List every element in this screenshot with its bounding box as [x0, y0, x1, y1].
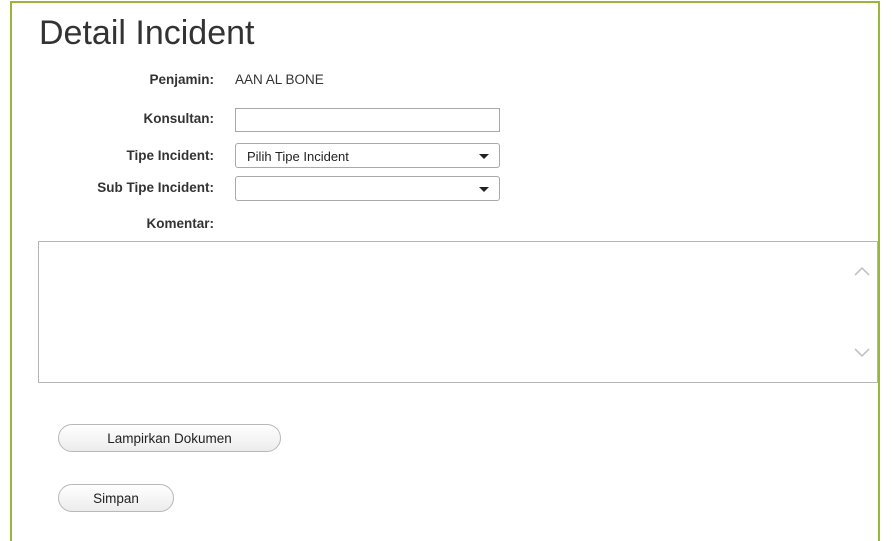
attach-document-button[interactable]: Lampirkan Dokumen: [58, 424, 281, 452]
chevron-down-icon[interactable]: [853, 346, 871, 360]
konsultan-input[interactable]: [235, 108, 500, 132]
sub-tipe-incident-select[interactable]: [235, 176, 500, 201]
chevron-down-icon: [479, 154, 489, 159]
tipe-incident-select[interactable]: Pilih Tipe Incident: [235, 143, 500, 168]
page-title: Detail Incident: [39, 14, 255, 52]
save-button[interactable]: Simpan: [58, 484, 174, 512]
chevron-up-icon[interactable]: [853, 264, 871, 278]
penjamin-value: AAN AL BONE: [235, 72, 324, 87]
penjamin-label: Penjamin:: [149, 72, 214, 87]
chevron-down-icon: [479, 187, 489, 192]
komentar-textarea[interactable]: [39, 242, 849, 382]
komentar-textarea-container: [38, 241, 878, 383]
tipe-incident-selected: Pilih Tipe Incident: [247, 149, 349, 164]
tipe-incident-label: Tipe Incident:: [126, 148, 214, 163]
komentar-label: Komentar:: [146, 216, 214, 231]
konsultan-label: Konsultan:: [143, 111, 215, 126]
sub-tipe-incident-label: Sub Tipe Incident:: [97, 180, 214, 195]
